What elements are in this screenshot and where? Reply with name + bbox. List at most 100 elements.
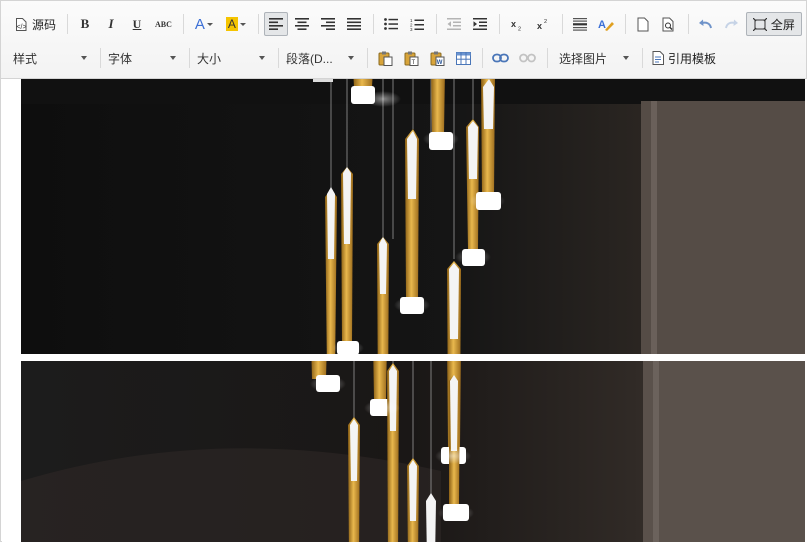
style-select-value: 样式 [13,51,38,66]
chevron-down-icon [81,56,87,60]
redo-icon [725,19,739,29]
undo-button[interactable] [694,12,718,36]
outdent-icon [446,18,461,30]
editor-content[interactable] [2,79,807,542]
separator [182,14,184,34]
subscript-button[interactable]: x2 [505,12,529,36]
fullscreen-label: 全屏 [770,17,795,32]
underline-button[interactable]: U [125,12,149,36]
italic-icon: I [108,16,114,31]
svg-text:2: 2 [544,19,547,25]
separator [642,48,643,68]
align-justify-button[interactable] [342,12,366,36]
style-select[interactable]: 样式 [11,46,93,70]
font-select[interactable]: 字体 [106,46,182,70]
paste-word-icon: W [430,51,444,66]
background-color-button[interactable]: A [221,12,251,36]
redo-button[interactable] [720,12,744,36]
separator [561,14,563,34]
choose-image-label: 选择图片 [559,51,608,66]
separator [67,14,69,34]
strikethrough-button[interactable]: ABC [151,12,176,36]
align-right-icon [320,18,335,30]
size-select[interactable]: 大小 [195,46,271,70]
align-left-icon [268,18,283,30]
bullet-list-icon [384,18,398,30]
separator [547,48,548,68]
separator [100,48,101,68]
bold-button[interactable]: B [73,12,97,36]
chevron-down-icon [623,56,629,60]
separator [372,14,374,34]
rich-text-editor: </> 源码 B I U ABC A A 1 2 3 x 2 x 2 A 全屏 … [0,0,807,542]
fullscreen-icon [752,17,767,31]
paragraph-select[interactable]: 段落(D... [284,46,360,70]
pendant-light-image-1[interactable] [21,79,805,354]
superscript-icon: x2 [537,19,547,31]
italic-button[interactable]: I [99,12,123,36]
svg-text:A: A [598,19,606,31]
source-button[interactable]: </> 源码 [11,12,60,36]
separator [624,14,626,34]
separator [257,14,259,34]
background-color-icon: A [225,17,238,31]
superscript-button[interactable]: x2 [531,12,555,36]
preview-button[interactable] [657,12,681,36]
bullet-list-button[interactable] [379,12,403,36]
table-button[interactable] [451,46,475,70]
font-color-button[interactable]: A [189,12,219,36]
numbered-list-button[interactable]: 123 [405,12,429,36]
source-label: 源码 [32,17,57,32]
template-icon [652,51,664,65]
strikethrough-icon: ABC [155,19,172,29]
align-center-icon [294,18,309,30]
size-select-value: 大小 [197,51,222,66]
new-page-button[interactable] [631,12,655,36]
unlink-button[interactable] [515,46,540,70]
svg-text:T: T [411,60,415,66]
choose-image-select[interactable]: 选择图片 [553,46,635,70]
separator [278,48,279,68]
fullscreen-button[interactable]: 全屏 [745,12,802,36]
pendant-cone [407,458,419,542]
separator [189,48,190,68]
outdent-button[interactable] [442,12,466,36]
pendant-cone [377,237,389,354]
horizontal-rule-icon [572,18,587,31]
svg-text:</>: </> [16,24,26,31]
numbered-list-icon: 123 [410,18,424,31]
editor-toolbar: </> 源码 B I U ABC A A 1 2 3 x 2 x 2 A 全屏 … [1,1,806,79]
indent-button[interactable] [468,12,492,36]
template-label: 引用模板 [668,51,717,66]
font-color-icon: A [194,15,205,33]
paste-word-button[interactable]: W [425,46,449,70]
align-right-button[interactable] [316,12,340,36]
align-center-button[interactable] [290,12,314,36]
pendant-cone [447,261,461,354]
new-page-icon [637,17,649,31]
table-icon [455,51,471,65]
paste-button[interactable] [373,46,397,70]
indent-icon [472,18,487,30]
paste-text-icon: T [404,51,418,66]
align-left-button[interactable] [263,12,288,36]
separator [367,48,368,68]
align-justify-icon [346,18,361,30]
pendant-cone [387,363,399,542]
remove-format-button[interactable]: A [594,12,618,36]
link-icon [492,53,509,63]
horizontal-rule-button[interactable] [568,12,592,36]
paste-icon [378,51,392,66]
chevron-down-icon [348,56,354,60]
link-button[interactable] [488,46,513,70]
separator [482,48,483,68]
chevron-down-icon [259,56,265,60]
subscript-icon: x2 [511,19,521,31]
paragraph-select-value: 段落(D... [286,51,333,66]
template-button[interactable]: 引用模板 [648,46,720,70]
preview-icon [662,17,674,31]
separator [435,14,437,34]
underline-icon: U [132,16,142,31]
paste-text-button[interactable]: T [399,46,423,70]
pendant-light-image-2[interactable] [21,361,805,542]
